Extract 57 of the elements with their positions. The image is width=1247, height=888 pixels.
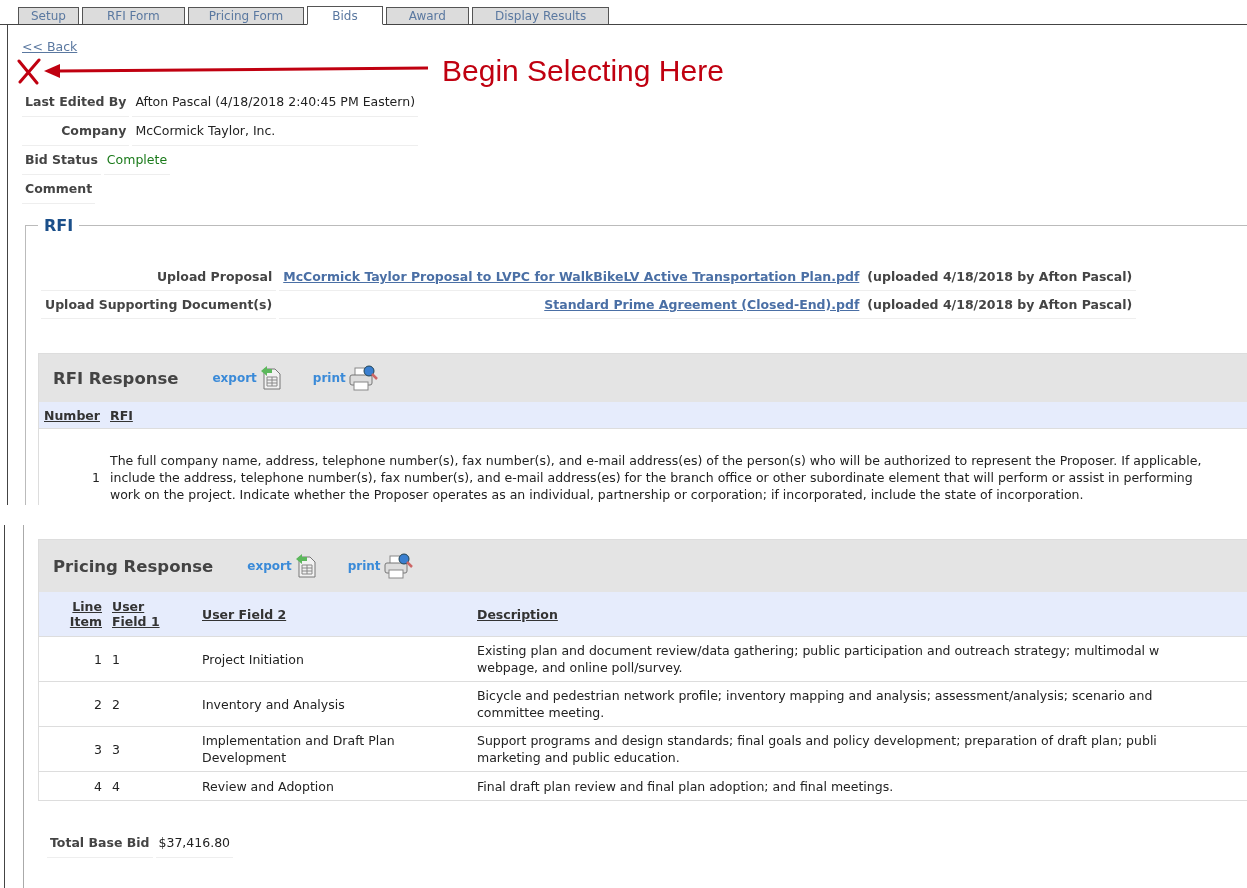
field-value: Afton Pascal (4/18/2018 2:40:45 PM Eastern) [132,88,418,117]
column-header[interactable]: Line Item [39,599,107,629]
upload-note: (uploaded 4/18/2018 by Afton Pascal) [867,297,1133,312]
print-link[interactable]: print [312,364,378,392]
table-cell-text: 3 [111,740,121,758]
printer-icon [382,552,413,580]
total-label: Total Base Bid [47,829,153,858]
column-header[interactable]: RFI [105,407,1247,423]
table-cell-text: 2 [93,695,103,713]
tab[interactable]: Bids [307,6,383,25]
column-header[interactable]: Number [39,407,105,423]
table-cell-text: Project Initiation [201,650,305,668]
field-label: Bid Status [22,146,101,175]
tab[interactable]: Pricing Form [187,7,305,24]
table-cell-text: 1 [93,650,103,668]
table-cell-text: Support programs and design standards; final goals and policy development; preparation of draft plan; publi marketing and public education. [476,732,1158,766]
annotation-text: Begin Selecting Here [442,54,724,88]
table-cell-text: 3 [93,740,103,758]
table-cell-text: 4 [93,777,103,795]
upload-label: Upload Proposal [41,263,277,291]
table-cell-text: Bicycle and pedestrian network profile; inventory mapping and analysis; assessment/analysis; scenario and committee meeting. [476,687,1154,721]
table-cell-text: 1 [91,468,101,486]
tab[interactable]: Award [385,7,469,24]
cross-icon [16,57,42,85]
export-link[interactable]: export [212,365,283,391]
status-value: Complete [103,146,171,175]
section-legend: RFI [38,216,80,235]
table-cell-text: Final draft plan review and final plan adoption; and final meetings. [476,777,895,795]
table-cell-text: The full company name, address, telephone number(s), fax number(s), and e-mail address(es) of the person(s) who will be authorized to represent the Proposer. If applicable, include the address, telephone number(s), fax number(s), and e-mail address(es) for the branch office or other subordinate element that will perform or assist in performing work on the project. Indicate whether the Proposer operates as an individual, partnership or corporation; if incorporated, include the state of incorporation. [109,451,1203,503]
back-link[interactable]: << Back [22,39,78,54]
table-cell-text: Review and Adoption [201,777,335,795]
grid-title: Pricing Response [53,556,214,576]
total-value: $37,416.80 [155,829,234,858]
file-link[interactable]: Standard Prime Agreement (Closed-End).pdf [544,297,860,312]
export-link[interactable]: export [247,553,318,579]
grid-title: RFI Response [53,368,179,388]
tab[interactable]: RFI Form [81,7,185,24]
printer-icon [347,364,378,392]
field-label: Comment [22,175,96,204]
field-label: Company [22,117,130,146]
file-link[interactable]: McCormick Taylor Proposal to LVPC for WalkBikeLV Active Transportation Plan.pdf [283,269,860,284]
column-header[interactable]: User Field 2 [197,606,472,622]
field-value: McCormick Taylor, Inc. [132,117,418,146]
column-header[interactable]: Description [472,606,1247,622]
table-cell-text: Implementation and Draft Plan Development [201,732,396,766]
field-label: Last Edited By [22,88,130,117]
column-header[interactable]: User Field 1 [107,599,179,629]
upload-note: (uploaded 4/18/2018 by Afton Pascal) [867,269,1133,284]
table-cell-text: 1 [111,650,121,668]
print-link[interactable]: print [347,552,413,580]
table-cell-text: 4 [111,777,121,795]
table-cell-text: 2 [111,695,121,713]
tab[interactable]: Setup [18,7,79,24]
table-cell-text: Existing plan and document review/data gathering; public participation and outreach strategy; multimodal w webpage, and online poll/survey. [476,642,1161,676]
table-cell-text: Inventory and Analysis [201,695,346,713]
upload-label: Upload Supporting Document(s) [41,291,277,319]
tab[interactable]: Display Results [471,7,610,24]
